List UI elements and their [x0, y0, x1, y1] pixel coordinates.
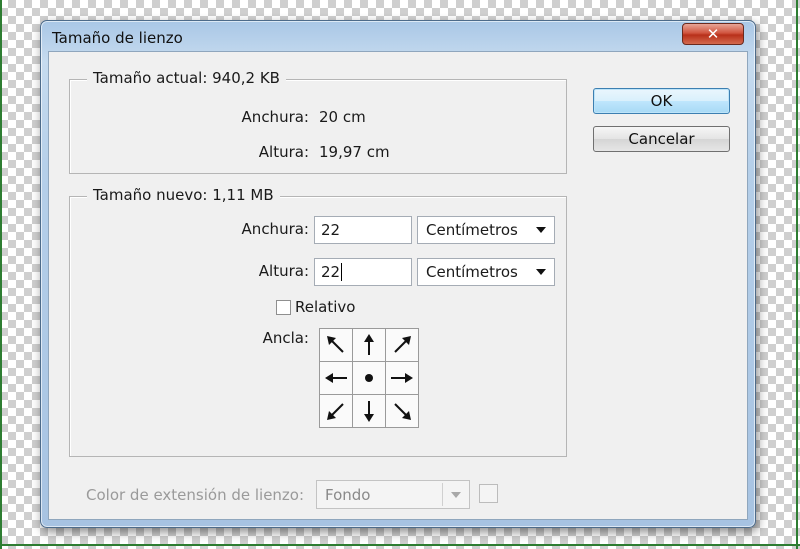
anchor-center-dot-icon	[365, 374, 373, 382]
extension-color-select[interactable]: Fondo	[316, 480, 470, 509]
ok-button[interactable]: OK	[593, 88, 730, 114]
height-input[interactable]: 22	[314, 258, 412, 286]
anchor-grid	[319, 328, 419, 428]
chevron-down-icon	[536, 269, 546, 275]
cancel-button-label: Cancelar	[628, 130, 695, 148]
arrow-right-icon	[391, 373, 413, 383]
current-width-label: Anchura:	[241, 108, 309, 126]
close-icon: ✕	[706, 25, 720, 43]
dialog-title: Tamaño de lienzo	[52, 29, 183, 47]
cancel-button[interactable]: Cancelar	[593, 126, 730, 152]
current-size-legend: Tamaño actual: 940,2 KB	[87, 69, 286, 87]
canvas-edge-left	[0, 0, 2, 549]
extension-color-value: Fondo	[325, 485, 371, 504]
arrow-down-left-icon	[327, 403, 344, 420]
arrow-down-icon	[364, 401, 374, 422]
chevron-down-icon	[536, 227, 546, 233]
anchor-left[interactable]	[320, 362, 352, 394]
current-height-label: Altura:	[258, 143, 309, 161]
chevron-down-icon	[451, 491, 461, 498]
arrow-up-left-icon	[327, 336, 344, 353]
arrow-up-icon	[364, 334, 374, 355]
new-width-label: Anchura:	[241, 220, 309, 238]
current-size-group	[69, 79, 567, 174]
anchor-bottom-left[interactable]	[320, 395, 352, 427]
close-button[interactable]: ✕	[682, 23, 744, 45]
ok-button-label: OK	[650, 92, 673, 110]
new-size-legend: Tamaño nuevo: 1,11 MB	[87, 186, 280, 204]
anchor-bottom-right[interactable]	[386, 395, 418, 427]
current-width-value: 20 cm	[319, 108, 366, 126]
relative-checkbox[interactable]	[276, 300, 291, 315]
anchor-label: Ancla:	[262, 329, 309, 347]
select-separator	[442, 483, 443, 506]
arrow-left-icon	[325, 373, 347, 383]
height-unit-value: Centímetros	[426, 263, 518, 281]
anchor-top[interactable]	[353, 329, 385, 361]
canvas-edge-right	[796, 0, 798, 549]
current-height-value: 19,97 cm	[319, 143, 390, 161]
height-input-value: 22	[321, 263, 341, 281]
new-height-label: Altura:	[258, 262, 309, 280]
text-cursor	[341, 263, 343, 281]
arrow-down-right-icon	[394, 403, 411, 420]
width-input[interactable]: 22	[314, 216, 412, 244]
anchor-top-left[interactable]	[320, 329, 352, 361]
dialog-body: Tamaño actual: 940,2 KB Anchura: 20 cm A…	[48, 51, 748, 520]
extension-color-swatch[interactable]	[479, 484, 498, 503]
canvas-edge-bottom	[0, 544, 800, 546]
arrow-up-right-icon	[394, 336, 411, 353]
height-unit-select[interactable]: Centímetros	[417, 258, 555, 286]
anchor-top-right[interactable]	[386, 329, 418, 361]
anchor-right[interactable]	[386, 362, 418, 394]
anchor-bottom[interactable]	[353, 395, 385, 427]
width-unit-select[interactable]: Centímetros	[417, 216, 555, 244]
width-unit-value: Centímetros	[426, 221, 518, 239]
relative-label[interactable]: Relativo	[295, 298, 355, 316]
width-input-value: 22	[321, 221, 341, 239]
extension-color-label: Color de extensión de lienzo:	[86, 486, 305, 504]
anchor-center[interactable]	[353, 362, 385, 394]
canvas-size-dialog: Tamaño de lienzo ✕ Tamaño actual: 940,2 …	[40, 20, 756, 528]
